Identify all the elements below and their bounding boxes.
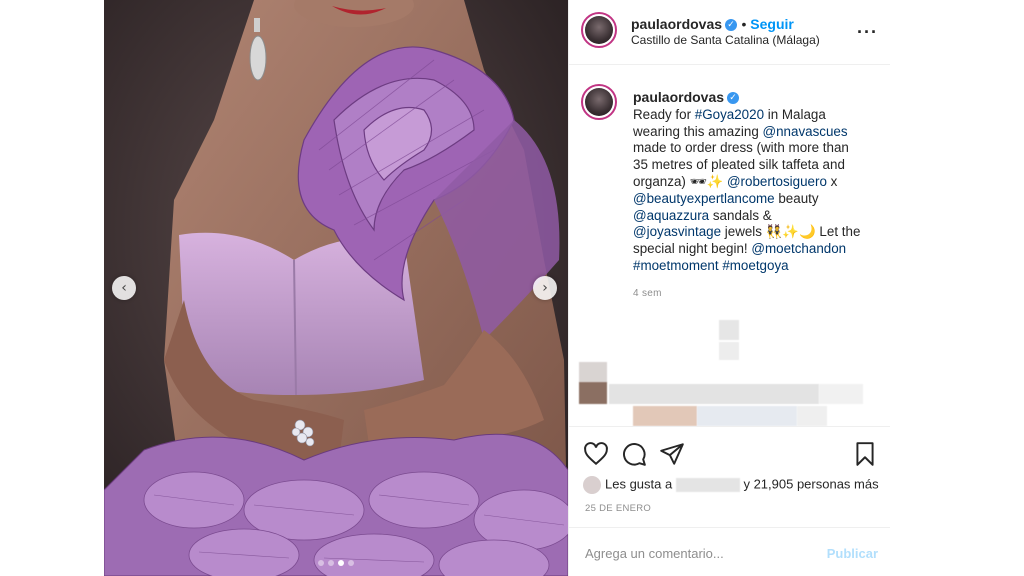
caption-text: x [826,173,838,189]
username-link[interactable]: paulaordovas [631,16,722,32]
post-date: 25 DE ENERO [585,503,652,514]
dress-photo-illustration [104,0,568,576]
chevron-left-icon[interactable]: ‹ [112,276,136,300]
location-link[interactable]: Castillo de Santa Catalina (Málaga) [631,33,820,47]
liker-avatar [583,476,601,494]
comment-bar: Agrega un comentario... Publicar [569,527,890,576]
likes-summary[interactable]: Les gusta a y 21,905 personas más [583,476,879,494]
likes-prefix: Les gusta a [605,476,673,492]
mention-link[interactable]: @beautyexpertlancome [633,191,775,206]
comment-input[interactable]: Agrega un comentario... [585,546,724,561]
mention-link[interactable]: @robertosiguero [727,174,827,189]
share-icon[interactable] [659,441,685,467]
hashtag-link[interactable]: #Goya2020 [695,107,764,122]
caption-text: Ready for [633,106,695,122]
carousel-dot [328,560,334,566]
carousel-dots [104,560,568,566]
caption: paulaordovas ✓ Ready for #Goya2020 in Mal… [633,89,863,275]
hashtag-link[interactable]: #moetgoya [722,258,788,273]
caption-text: beauty [774,190,819,206]
caption-timestamp: 4 sem [633,288,662,299]
mention-link[interactable]: @aquazzura [633,208,709,223]
carousel-dot [318,560,324,566]
likes-count[interactable]: y 21,905 personas más [743,476,878,491]
heart-icon[interactable] [583,441,609,467]
caption-username[interactable]: paulaordovas [633,89,724,105]
blurred-liker-name [675,478,740,492]
comment-icon[interactable] [621,441,647,467]
more-options-icon[interactable]: ··· [857,22,878,43]
bookmark-icon[interactable] [852,441,878,467]
mention-link[interactable]: @joyasvintage [633,224,721,239]
verified-icon: ✓ [725,18,738,31]
chevron-right-icon[interactable]: › [533,276,557,300]
separator-dot: • [741,16,751,32]
publish-button[interactable]: Publicar [827,546,878,561]
hashtag-link[interactable]: #moetmoment [633,258,719,273]
avatar[interactable] [581,12,617,48]
follow-button[interactable]: Seguir [750,16,794,32]
post-side-panel: paulaordovas ✓ • Seguir Castillo de Santa… [568,0,890,576]
caption-text: sandals & [709,207,772,223]
mention-link[interactable]: @nnavascues [763,124,848,139]
post-modal: ‹ › paulaordovas ✓ • Seguir Castillo de S… [104,0,890,576]
caption-avatar[interactable] [581,84,617,120]
post-header: paulaordovas ✓ • Seguir Castillo de Santa… [569,0,890,65]
verified-icon: ✓ [727,92,740,105]
post-photo[interactable]: ‹ › [104,0,568,576]
carousel-dot [348,560,354,566]
mention-link[interactable]: @moetchandon [751,241,846,256]
carousel-dot-active [338,560,344,566]
